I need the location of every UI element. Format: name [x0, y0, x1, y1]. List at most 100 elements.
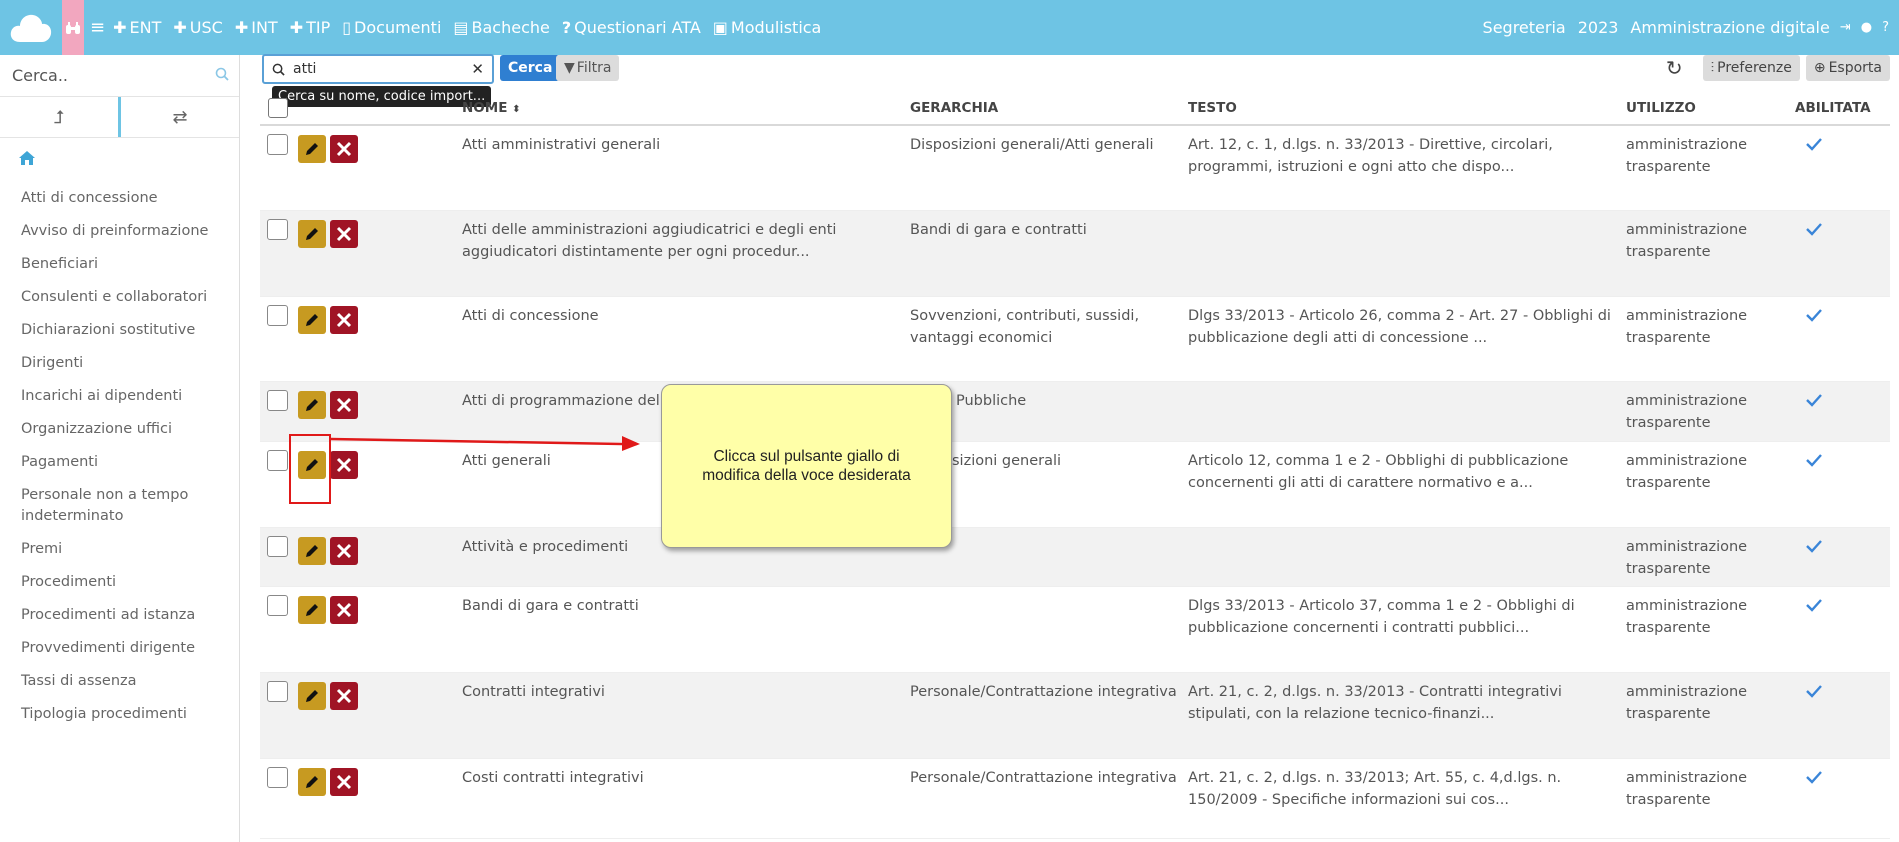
- sidebar-item[interactable]: Atti di concessione: [0, 182, 239, 215]
- pencil-icon: [306, 604, 318, 616]
- sidebar-item[interactable]: Beneficiari: [0, 248, 239, 281]
- check-icon: [1806, 538, 1822, 560]
- delete-button[interactable]: [330, 682, 358, 710]
- nav-ent[interactable]: ✚ ENT: [113, 18, 161, 37]
- cell-nome: Bandi di gara e contratti: [462, 598, 639, 614]
- delete-button[interactable]: [330, 451, 358, 479]
- logout-icon[interactable]: ⇥: [1840, 20, 1851, 35]
- search-input[interactable]: [293, 61, 472, 77]
- plus-icon: ✚: [234, 18, 249, 37]
- check-icon: [1806, 307, 1822, 329]
- year-label[interactable]: 2023: [1578, 18, 1619, 37]
- toolbar: ✕ Cerca ▼Filtra ↻ ⫶Preferenze ⊕Esporta C…: [260, 54, 1890, 107]
- refresh-icon[interactable]: ↻: [1666, 56, 1683, 80]
- row-checkbox[interactable]: [267, 390, 288, 411]
- pencil-icon: [306, 143, 318, 155]
- edit-button[interactable]: [298, 768, 326, 796]
- office-label[interactable]: Segreteria: [1483, 18, 1566, 37]
- menu-icon[interactable]: ≡: [90, 17, 105, 38]
- filter-icon: ▼: [564, 60, 575, 76]
- cell-nome: Costi contratti integrativi: [462, 770, 644, 786]
- edit-button[interactable]: [298, 135, 326, 163]
- edit-button[interactable]: [298, 391, 326, 419]
- row-checkbox[interactable]: [267, 536, 288, 557]
- sidebar-item[interactable]: Dichiarazioni sostitutive: [0, 314, 239, 347]
- sidebar-item[interactable]: Avviso di preinformazione: [0, 215, 239, 248]
- cell-nome: Atti amministrativi generali: [462, 137, 661, 153]
- delete-button[interactable]: [330, 596, 358, 624]
- sidebar-item[interactable]: Incarichi ai dipendenti: [0, 380, 239, 413]
- binoculars-icon[interactable]: [62, 0, 84, 55]
- row-checkbox[interactable]: [267, 595, 288, 616]
- delete-button[interactable]: [330, 537, 358, 565]
- sidebar-item[interactable]: Premi: [0, 533, 239, 566]
- preferences-button[interactable]: ⫶ Preferenze: [1702, 55, 1800, 81]
- row-checkbox[interactable]: [267, 134, 288, 155]
- nav-bacheche[interactable]: ▤ Bacheche: [453, 18, 549, 37]
- nav-questionari[interactable]: ? Questionari ATA: [562, 18, 701, 37]
- tab-sync[interactable]: ⇄: [121, 97, 239, 137]
- cloud-logo-icon[interactable]: [0, 0, 62, 55]
- cell-nome: Atti di concessione: [462, 308, 599, 324]
- pencil-icon: [306, 399, 318, 411]
- row-checkbox[interactable]: [267, 681, 288, 702]
- question-icon: ?: [561, 18, 572, 37]
- edit-button[interactable]: [298, 220, 326, 248]
- header-gerarchia[interactable]: GERARCHIA: [910, 100, 998, 116]
- help-icon[interactable]: ?: [1882, 20, 1889, 35]
- clear-icon[interactable]: ✕: [471, 60, 484, 78]
- filter-button[interactable]: ▼ Filtra: [556, 55, 620, 81]
- sidebar-item[interactable]: Consulenti e collaboratori: [0, 281, 239, 314]
- edit-button[interactable]: [298, 596, 326, 624]
- row-checkbox[interactable]: [267, 767, 288, 788]
- cell-gerarchia: Sovvenzioni, contributi, sussidi, vantag…: [910, 308, 1140, 346]
- row-checkbox[interactable]: [267, 219, 288, 240]
- delete-button[interactable]: [330, 768, 358, 796]
- toolbar-right: ↻ ⫶ Preferenze ⊕ Esporta: [1666, 55, 1890, 81]
- table-row: Contratti integrativi Personale/Contratt…: [260, 673, 1890, 759]
- nav-documenti[interactable]: ▯ Documenti: [342, 18, 441, 37]
- delete-button[interactable]: [330, 306, 358, 334]
- tab-up[interactable]: ⮥: [0, 97, 121, 137]
- export-button[interactable]: ⊕ Esporta: [1805, 55, 1890, 81]
- header-testo[interactable]: TESTO: [1188, 100, 1237, 116]
- row-checkbox[interactable]: [267, 450, 288, 471]
- edit-button[interactable]: [298, 682, 326, 710]
- search-icon[interactable]: [215, 67, 229, 85]
- row-checkbox[interactable]: [267, 305, 288, 326]
- edit-button[interactable]: [298, 537, 326, 565]
- cell-gerarchia: Bandi di gara e contratti: [910, 222, 1087, 238]
- sidebar-item[interactable]: Tassi di assenza: [0, 665, 239, 698]
- header-nome[interactable]: NOME ⬍: [462, 100, 521, 116]
- delete-button[interactable]: [330, 220, 358, 248]
- nav-usc[interactable]: ✚ USC: [173, 18, 222, 37]
- delete-button[interactable]: [330, 135, 358, 163]
- sidebar-item[interactable]: Procedimenti ad istanza: [0, 599, 239, 632]
- pencil-icon: [306, 776, 318, 788]
- nav-modulistica[interactable]: ▣ Modulistica: [713, 18, 822, 37]
- nav-int[interactable]: ✚ INT: [235, 18, 278, 37]
- header-abilitata[interactable]: ABILITATA: [1795, 100, 1871, 116]
- sidebar-item[interactable]: Organizzazione uffici: [0, 413, 239, 446]
- select-all-checkbox[interactable]: [268, 98, 288, 118]
- table-row: Bandi di gara e contratti Dlgs 33/2013 -…: [260, 587, 1890, 673]
- user-icon[interactable]: ●: [1861, 20, 1872, 35]
- sidebar-item[interactable]: Provvedimenti dirigente: [0, 632, 239, 665]
- search-button[interactable]: Cerca: [500, 55, 561, 81]
- sidebar-item[interactable]: Pagamenti: [0, 446, 239, 479]
- close-icon: [336, 397, 352, 413]
- header-utilizzo[interactable]: UTILIZZO: [1626, 100, 1696, 116]
- plus-icon: ✚: [289, 18, 304, 37]
- sidebar-search-input[interactable]: [12, 66, 215, 85]
- edit-button[interactable]: [298, 306, 326, 334]
- delete-button[interactable]: [330, 391, 358, 419]
- sidebar-item[interactable]: Tipologia procedimenti: [0, 698, 239, 731]
- module-label[interactable]: Amministrazione digitale: [1630, 18, 1829, 37]
- sidebar-item[interactable]: Dirigenti: [0, 347, 239, 380]
- sidebar-item[interactable]: Personale non a tempo indeterminato: [0, 479, 239, 533]
- sidebar-home[interactable]: [0, 138, 239, 178]
- sort-icon: ⬍: [512, 104, 521, 115]
- sidebar-item[interactable]: Procedimenti: [0, 566, 239, 599]
- data-table: NOME ⬍ GERARCHIA TESTO UTILIZZO ABILITAT…: [260, 90, 1890, 839]
- nav-tip[interactable]: ✚ TIP: [290, 18, 331, 37]
